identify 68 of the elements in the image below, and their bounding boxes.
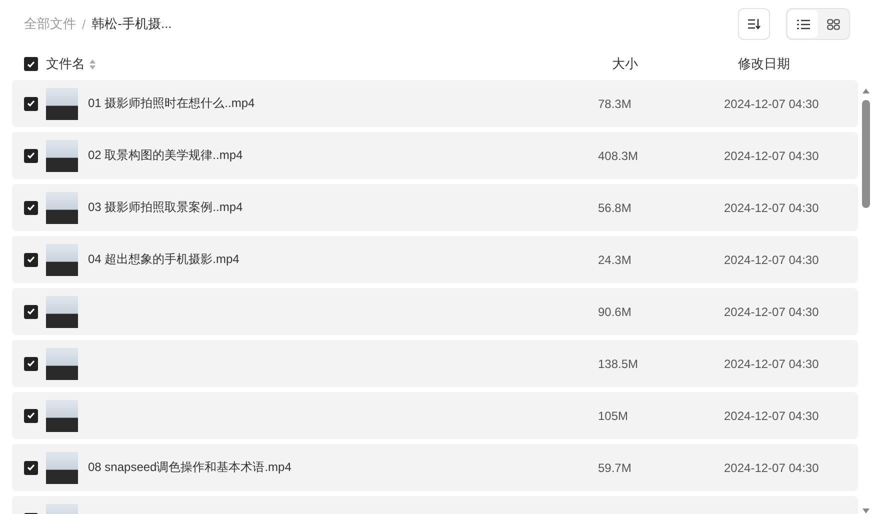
- grid-icon: [826, 18, 840, 30]
- video-thumbnail-placeholder: [46, 192, 78, 224]
- select-all-checkbox[interactable]: [24, 57, 38, 71]
- file-size: 408.3M: [598, 148, 640, 162]
- breadcrumb-item: 韩松-手机摄...: [92, 15, 172, 33]
- modified-date: 2024-12-07 04:30: [724, 96, 819, 110]
- file-row[interactable]: 02 取景构图的美学规律..mp4 408.3M 2024-12-07 04:30: [12, 132, 858, 179]
- check-icon: [27, 152, 35, 159]
- file-size: 56.8M: [598, 200, 632, 214]
- row-checkbox[interactable]: [24, 408, 38, 422]
- file-size: 105M: [598, 408, 630, 422]
- modified-date: 2024-12-07 04:30: [724, 304, 819, 318]
- modified-date: 2024-12-07 04:30: [724, 356, 819, 370]
- row-checkbox[interactable]: [24, 148, 38, 162]
- row-checkbox[interactable]: [24, 252, 38, 266]
- check-icon: [27, 60, 35, 68]
- list-view-button[interactable]: [788, 10, 818, 38]
- file-size: 138.5M: [598, 356, 640, 370]
- file-row[interactable]: 90.6M 2024-12-07 04:30: [12, 288, 858, 335]
- modified-date: 2024-12-07 04:30: [724, 200, 819, 214]
- check-icon: [27, 412, 35, 419]
- check-icon: [27, 308, 35, 315]
- column-header[interactable]: 大小: [612, 55, 638, 73]
- file-size: 59.7M: [598, 460, 632, 474]
- breadcrumb-separator: /: [82, 16, 86, 32]
- column-header[interactable]: 修改日期: [738, 55, 790, 73]
- modified-date: 2024-12-07 04:30: [724, 408, 819, 422]
- file-name: 04 超出想象的手机摄影.mp4: [88, 251, 240, 268]
- file-size: 90.6M: [598, 304, 632, 318]
- column-header[interactable]: 文件名: [46, 55, 85, 73]
- file-name: 02 取景构图的美学规律..mp4: [88, 147, 244, 164]
- check-icon: [27, 100, 35, 107]
- row-checkbox[interactable]: [24, 460, 38, 474]
- file-size: 24.3M: [598, 252, 632, 266]
- sort-icon: [747, 18, 761, 30]
- check-icon: [27, 464, 35, 471]
- row-checkbox[interactable]: [24, 304, 38, 318]
- row-checkbox[interactable]: [24, 356, 38, 370]
- file-row[interactable]: 04 超出想象的手机摄影.mp4 24.3M 2024-12-07 04:30: [12, 236, 858, 283]
- modified-date: 2024-12-07 04:30: [724, 252, 819, 266]
- check-icon: [27, 204, 35, 211]
- sort-button[interactable]: [738, 8, 770, 40]
- check-icon: [27, 360, 35, 367]
- file-row[interactable]: 01 摄影师拍照时在想什么..mp4 78.3M 2024-12-07 04:30: [12, 80, 858, 127]
- video-thumbnail-placeholder: [46, 296, 78, 328]
- scroll-down-icon[interactable]: [862, 508, 870, 514]
- file-row[interactable]: 03 摄影师拍照取景案例..mp4 56.8M 2024-12-07 04:30: [12, 184, 858, 231]
- scroll-up-icon[interactable]: [862, 88, 870, 94]
- modified-date: 2024-12-07 04:30: [724, 460, 819, 474]
- file-name: 03 摄影师拍照取景案例..mp4: [88, 199, 244, 216]
- file-row[interactable]: 08 snapseed调色操作和基本术语.mp4 59.7M 2024-12-07 04:30: [12, 444, 858, 491]
- file-row[interactable]: 138.5M 2024-12-07 04:30: [12, 340, 858, 387]
- file-row[interactable]: 105M 2024-12-07 04:30: [12, 392, 858, 439]
- list-icon: [796, 18, 810, 30]
- scrollbar-thumb[interactable]: [862, 100, 870, 208]
- video-thumbnail-placeholder: [46, 244, 78, 276]
- video-thumbnail-placeholder: [46, 140, 78, 172]
- file-name: 01 摄影师拍照时在想什么..mp4: [88, 95, 256, 112]
- video-thumbnail-placeholder: [46, 452, 78, 484]
- row-checkbox[interactable]: [24, 200, 38, 214]
- video-thumbnail-placeholder: [46, 348, 78, 380]
- check-icon: [27, 256, 35, 263]
- video-thumbnail-placeholder: [46, 88, 78, 120]
- row-checkbox[interactable]: [24, 96, 38, 110]
- video-thumbnail-placeholder: [46, 400, 78, 432]
- modified-date: 2024-12-07 04:30: [724, 148, 819, 162]
- file-name: 08 snapseed调色操作和基本术语.mp4: [88, 459, 292, 476]
- file-size: 78.3M: [598, 96, 632, 110]
